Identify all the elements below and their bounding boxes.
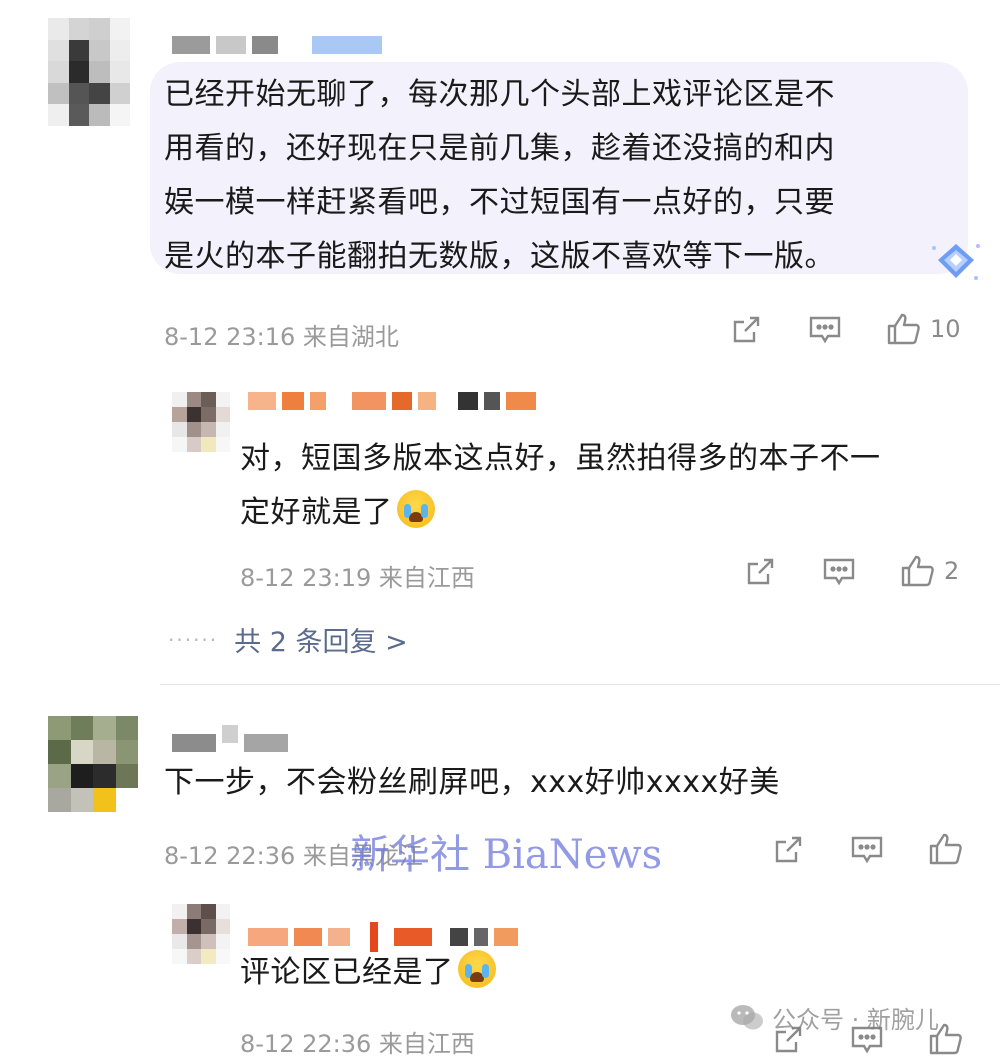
account-watermark: 公众号 · 新腕儿	[730, 1000, 939, 1035]
like-count: 2	[944, 557, 960, 585]
reply-text: 对，短国多版本这点好，虽然拍得多的本子不一 定好就是了	[240, 441, 881, 530]
reply-button[interactable]	[808, 314, 842, 346]
reply-username[interactable]	[248, 392, 536, 410]
reply-text: 评论区已经是了	[240, 946, 496, 1000]
wechat-icon	[731, 1004, 763, 1029]
avatar[interactable]	[48, 716, 138, 812]
thumbs-up-icon	[901, 555, 934, 587]
thumbs-up-icon	[887, 313, 920, 345]
comment-icon	[851, 836, 883, 864]
comment-icon	[809, 316, 841, 344]
comment-icon	[823, 558, 855, 586]
view-more-replies-link[interactable]: ······ 共 2 条回复 >	[168, 620, 408, 659]
share-icon	[747, 558, 774, 585]
like-count: 10	[930, 315, 961, 343]
reply-avatar[interactable]	[172, 904, 230, 964]
username[interactable]	[172, 725, 288, 752]
divider	[160, 684, 1000, 685]
like-button[interactable]	[928, 832, 972, 866]
share-icon	[775, 836, 802, 863]
avatar[interactable]	[48, 18, 130, 126]
reply-meta: 8-12 23:19 来自江西	[240, 564, 475, 592]
reply-button[interactable]	[822, 556, 856, 588]
diamond-badge-icon	[932, 244, 980, 280]
thumbs-up-icon	[929, 833, 962, 865]
share-button[interactable]	[772, 834, 804, 866]
reply-avatar[interactable]	[172, 392, 230, 452]
like-button[interactable]: 2	[900, 554, 959, 588]
more-replies-label: 共 2 条回复 >	[234, 627, 408, 658]
account-mark-label: 公众号 · 新腕儿	[772, 1006, 939, 1034]
like-button[interactable]: 10	[886, 312, 961, 346]
crying-emoji-icon	[396, 490, 435, 528]
share-button[interactable]	[744, 556, 776, 588]
watermark: 新华社 BiaNews	[350, 832, 663, 878]
reply-button[interactable]	[850, 834, 884, 866]
share-icon	[733, 316, 760, 343]
comment-feed: 已经开始无聊了，每次那几个头部上戏评论区是不 用看的，还好现在只是前几集，趁着还…	[0, 0, 1000, 1059]
comment-text: 下一步，不会粉丝刷屏吧，xxx好帅xxxx好美	[164, 765, 780, 800]
username[interactable]	[172, 36, 382, 54]
dots-icon: ······	[168, 627, 219, 652]
reply-meta: 8-12 22:36 来自江西	[240, 1030, 475, 1058]
share-button[interactable]	[730, 314, 762, 346]
crying-emoji-icon	[457, 950, 496, 988]
comment-text: 已经开始无聊了，每次那几个头部上戏评论区是不 用看的，还好现在只是前几集，趁着还…	[164, 77, 835, 274]
comment-meta: 8-12 23:16 来自湖北	[164, 323, 399, 351]
